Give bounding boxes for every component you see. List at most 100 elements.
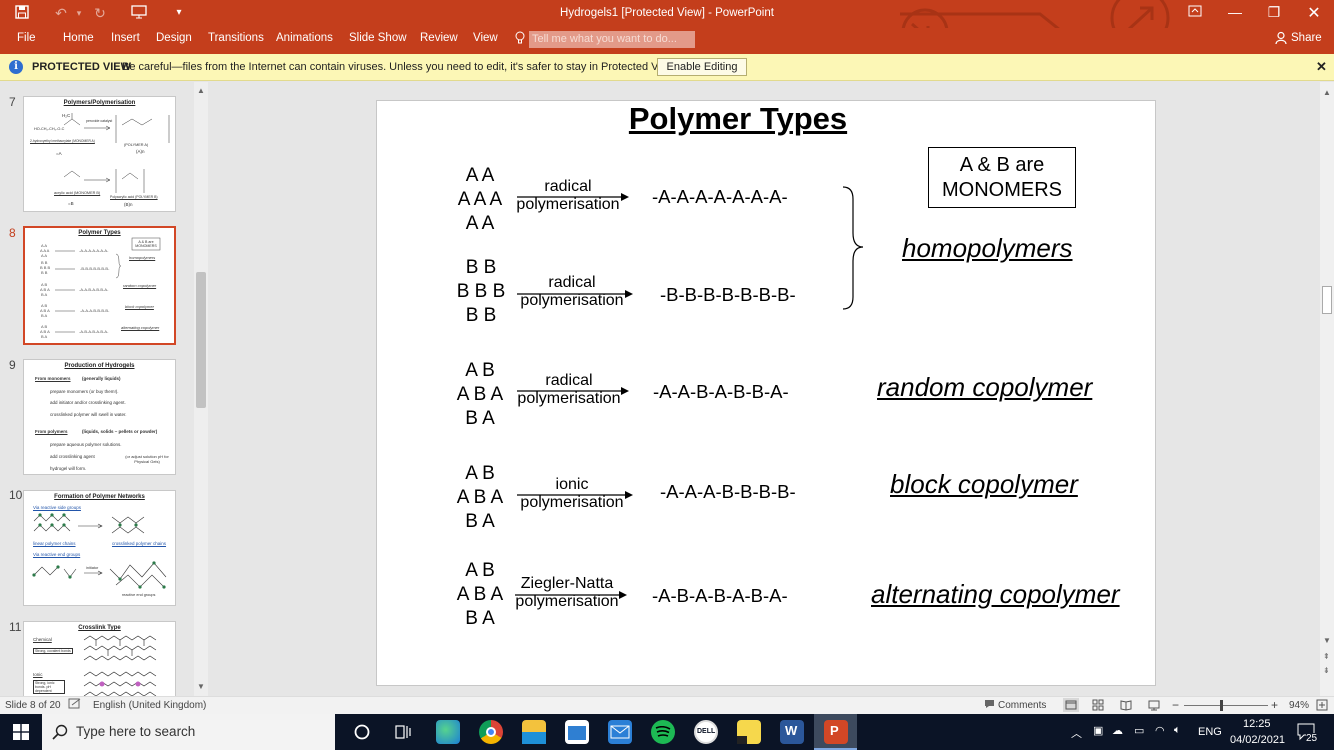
tell-me-input[interactable]: Tell me what you want to do... xyxy=(529,31,695,48)
svg-text:B B: B B xyxy=(41,270,48,275)
file-explorer-icon[interactable] xyxy=(522,720,546,744)
spelling-icon[interactable] xyxy=(68,698,82,713)
thumb-text: initiator xyxy=(86,566,99,570)
thumbnail-slide-7[interactable]: Polymers/Polymerisation H₂C peroxide cat… xyxy=(23,96,176,212)
thumb-text: =B xyxy=(68,201,74,206)
clock-date[interactable]: 04/02/2021 xyxy=(1230,734,1285,746)
chrome-icon[interactable] xyxy=(479,720,503,744)
zoom-in-icon[interactable]: + xyxy=(1271,698,1278,712)
slide-scroll-thumb[interactable] xyxy=(1322,286,1332,314)
thumb-text: acrylic acid (MONOMER B) xyxy=(54,191,101,195)
volume-icon[interactable]: 🔈︎ xyxy=(1174,724,1181,737)
next-slide-icon[interactable]: ⇟ xyxy=(1323,666,1330,675)
wifi-icon[interactable]: ◠ xyxy=(1155,724,1165,737)
thumbnail-network-drawing xyxy=(32,513,167,589)
thumbnail-number: 8 xyxy=(9,226,16,240)
tab-view[interactable]: View xyxy=(473,32,498,44)
cortana-icon[interactable] xyxy=(353,723,371,744)
svg-text:-A-A-A-B-B-B-B-: -A-A-A-B-B-B-B- xyxy=(80,308,110,313)
zoom-out-icon[interactable]: − xyxy=(1172,698,1179,712)
tab-insert[interactable]: Insert xyxy=(111,32,140,44)
language-indicator[interactable]: English (United Kingdom) xyxy=(93,700,206,711)
word-icon[interactable]: W xyxy=(780,720,804,744)
tab-transitions[interactable]: Transitions xyxy=(208,32,264,44)
tab-review[interactable]: Review xyxy=(420,32,458,44)
thumb-text: linear polymer chains xyxy=(33,541,76,546)
maximize-icon[interactable]: ❐ xyxy=(1259,4,1289,21)
tab-slide-show[interactable]: Slide Show xyxy=(349,32,407,44)
slide-thumbnails-pane: 7 Polymers/Polymerisation H₂C peroxide c… xyxy=(0,82,208,696)
show-hidden-icons-icon[interactable]: ︿ xyxy=(1071,725,1082,741)
thumbnail-slide-9[interactable]: Production of Hydrogels From monomers (g… xyxy=(23,359,176,475)
tab-animations[interactable]: Animations xyxy=(276,32,333,44)
scroll-up-icon[interactable]: ▲ xyxy=(197,86,205,95)
input-language[interactable]: ENG xyxy=(1198,726,1222,738)
fit-slide-icon[interactable] xyxy=(1316,699,1328,714)
thumb-text: Via reactive end groups xyxy=(33,552,81,557)
enable-editing-button[interactable]: Enable Editing xyxy=(657,58,747,76)
thumb-text: HO-CH₂-CH₂-O-C xyxy=(34,127,65,131)
lightbulb-icon xyxy=(515,31,525,48)
normal-view-icon[interactable] xyxy=(1063,698,1079,712)
tab-design[interactable]: Design xyxy=(156,32,192,44)
search-placeholder: Type here to search xyxy=(76,724,196,739)
tab-home[interactable]: Home xyxy=(63,32,94,44)
tab-file[interactable]: File xyxy=(17,32,36,44)
slide-sorter-icon[interactable] xyxy=(1091,698,1105,715)
minimize-icon[interactable]: — xyxy=(1220,4,1250,20)
scroll-down-icon[interactable]: ▼ xyxy=(197,682,205,691)
zoom-level[interactable]: 94% xyxy=(1289,700,1309,711)
thumbnails-scrollbar[interactable]: ▲ ▼ xyxy=(194,82,208,696)
thumbnail-slide-11[interactable]: Crosslink Type Chemical Strong, covalent… xyxy=(23,621,176,696)
onedrive-icon[interactable]: ☁ xyxy=(1112,724,1123,737)
reading-view-icon[interactable] xyxy=(1119,698,1133,715)
edge-icon[interactable] xyxy=(436,720,460,744)
thumb-text: (generally liquids) xyxy=(82,376,121,381)
scroll-up-icon[interactable]: ▲ xyxy=(1323,88,1331,97)
close-icon[interactable]: ✕ xyxy=(1299,3,1329,23)
svg-text:-A-B-A-B-A-B-A-: -A-B-A-B-A-B-A- xyxy=(79,329,109,334)
windows-start-icon[interactable] xyxy=(13,724,29,743)
share-button[interactable]: Share xyxy=(1291,32,1322,44)
zoom-slider-thumb[interactable] xyxy=(1220,700,1223,711)
thumb-text: prepare monomers (or buy them!). xyxy=(50,389,119,394)
meet-now-icon[interactable]: ▣ xyxy=(1093,724,1103,737)
previous-slide-icon[interactable]: ⇞ xyxy=(1323,652,1330,661)
mail-icon[interactable] xyxy=(608,720,632,744)
slide-show-icon[interactable] xyxy=(1147,698,1161,715)
zoom-slider-track[interactable] xyxy=(1184,705,1268,706)
comments-button[interactable]: Comments xyxy=(998,700,1046,711)
reaction-arrow xyxy=(517,387,629,395)
battery-icon[interactable]: ▭ xyxy=(1134,724,1144,737)
task-view-icon[interactable] xyxy=(395,723,413,744)
info-icon: i xyxy=(9,60,23,74)
scroll-down-icon[interactable]: ▼ xyxy=(1323,636,1331,645)
clock-time[interactable]: 12:25 xyxy=(1243,718,1271,730)
thumb-text: 2-hydroxyethyl methacrylate (MONOMER A) xyxy=(30,139,95,143)
thumbnail-slide-8[interactable]: Polymer Types A AA A AA A B BB B BB B A … xyxy=(23,226,176,345)
thumb-text: (liquids, solids – pellets or powder) xyxy=(82,429,158,434)
share-icon[interactable] xyxy=(1275,31,1287,48)
microsoft-store-icon[interactable] xyxy=(565,720,589,744)
taskbar-search-input[interactable]: Type here to search xyxy=(42,714,335,750)
protected-view-message: Be careful—files from the Internet can c… xyxy=(122,61,678,73)
thumbnail-slide-10[interactable]: Formation of Polymer Networks Via reacti… xyxy=(23,490,176,606)
svg-text:B A: B A xyxy=(41,313,48,318)
thumb-text: random copolymer xyxy=(123,283,157,288)
notifications-count: 25 xyxy=(1306,733,1318,744)
dell-icon[interactable]: DELL xyxy=(694,720,718,744)
sticky-notes-icon[interactable] xyxy=(737,720,761,744)
slide-scrollbar[interactable]: ▲ ▼ ⇞ ⇟ xyxy=(1320,82,1334,696)
thumb-text: alternating copolymer xyxy=(121,325,160,330)
reaction-arrow xyxy=(517,491,633,499)
thumbnails-scroll-thumb[interactable] xyxy=(196,272,206,408)
thumb-text: =A xyxy=(56,151,62,156)
thumb-text: add crosslinking agent xyxy=(50,454,95,459)
reaction-arrow xyxy=(517,193,629,201)
comments-icon[interactable] xyxy=(984,699,995,712)
spotify-icon[interactable] xyxy=(651,720,675,744)
close-bar-icon[interactable]: ✕ xyxy=(1316,59,1327,75)
powerpoint-taskbar-button[interactable]: P xyxy=(814,714,857,750)
thumb-text: hydrogel will form. xyxy=(50,466,87,471)
thumbnail-number: 10 xyxy=(9,488,23,502)
